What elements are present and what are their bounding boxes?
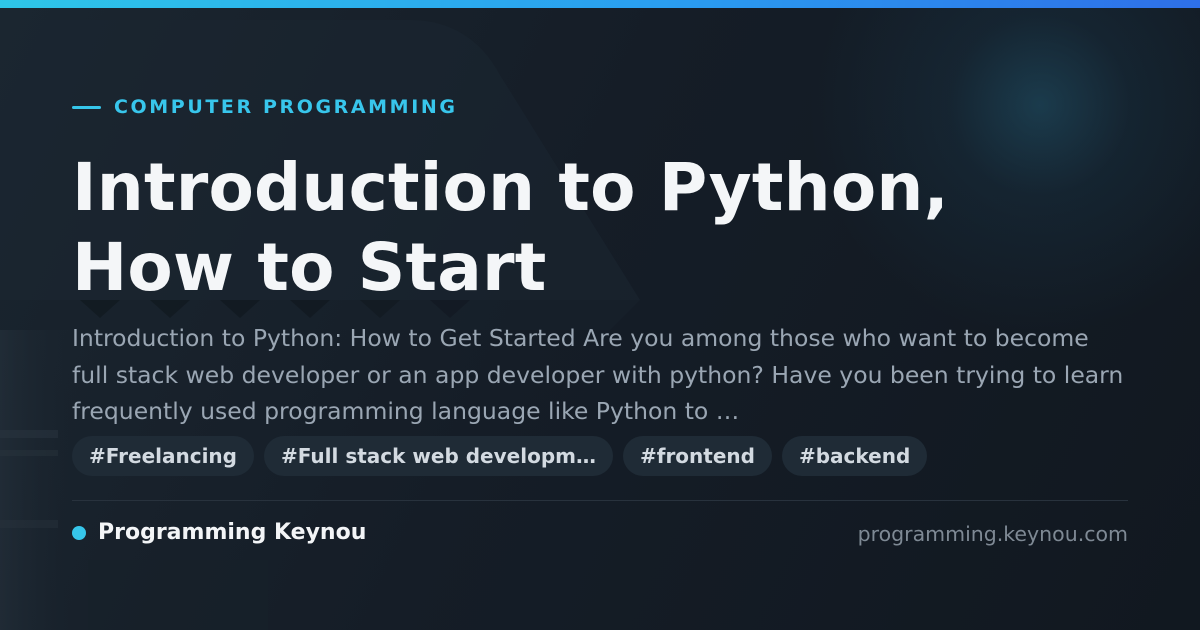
article-title: Introduction to Python, How to Start <box>72 149 949 306</box>
social-share-card: COMPUTER PROGRAMMING Introduction to Pyt… <box>0 0 1200 630</box>
brand-name: Programming Keynou <box>98 520 367 545</box>
tag-chip[interactable]: #Freelancing <box>72 436 254 476</box>
footer-divider <box>72 500 1128 501</box>
site-brand[interactable]: Programming Keynou <box>72 518 366 548</box>
article-description: Introduction to Python: How to Get Start… <box>72 324 1124 425</box>
tag-chip[interactable]: #Full stack web developm… <box>264 436 613 476</box>
dot-icon <box>72 526 86 540</box>
category-label: COMPUTER PROGRAMMING <box>114 96 458 118</box>
accent-dash-icon <box>72 105 101 109</box>
category-kicker: COMPUTER PROGRAMMING <box>72 94 458 120</box>
tag-chip[interactable]: #frontend <box>622 436 772 476</box>
tag-chip[interactable]: #backend <box>781 436 928 476</box>
tag-list: #Freelancing #Full stack web developm… #… <box>72 436 928 476</box>
site-domain[interactable]: programming.keynou.com <box>858 519 1128 549</box>
